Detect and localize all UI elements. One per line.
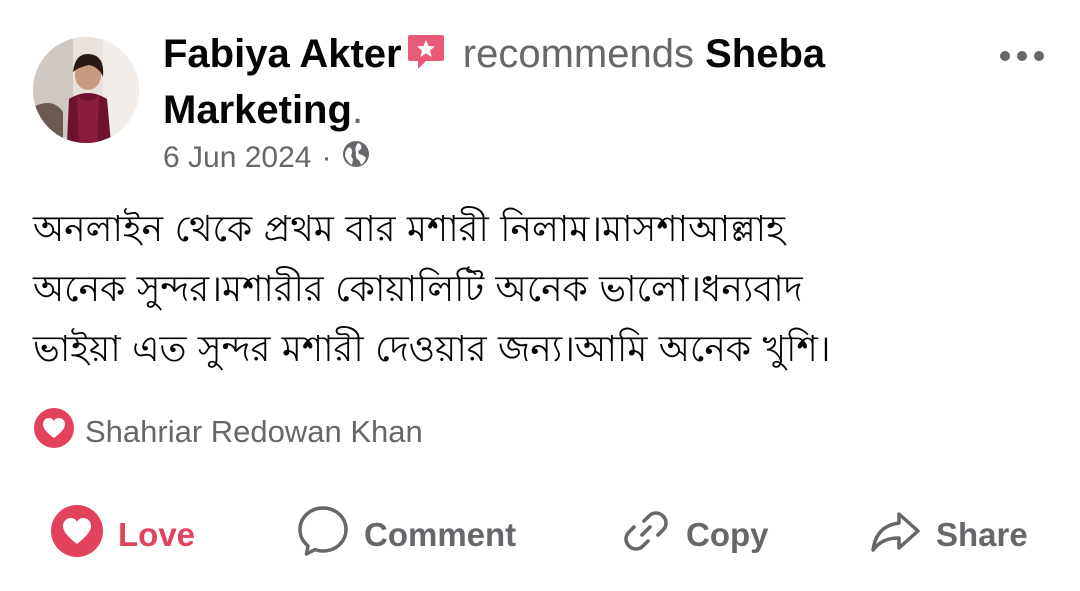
header-period: . [351, 88, 364, 132]
post-header: Fabiya Akter recommends Sheba Marketing. [163, 28, 953, 136]
more-dot [1000, 51, 1010, 61]
reaction-names[interactable]: Shahriar Redowan Khan [85, 414, 423, 450]
heart-icon [33, 407, 75, 457]
post-body: অনলাইন থেকে প্রথম বার মশারী নিলাম।মাসশাআ… [33, 200, 1043, 380]
reactions-summary[interactable]: Shahriar Redowan Khan [33, 407, 423, 457]
link-icon [620, 505, 672, 565]
author-name[interactable]: Fabiya Akter [163, 32, 402, 76]
globe-icon[interactable] [341, 139, 371, 177]
comment-icon [296, 504, 350, 566]
recommends-verb: recommends [462, 32, 694, 76]
love-label: Love [118, 516, 196, 553]
avatar-photo [33, 37, 139, 143]
more-options-icon[interactable] [1000, 44, 1052, 68]
comment-label: Comment [364, 516, 517, 553]
meta-separator: · [321, 141, 332, 174]
love-button[interactable]: Love [50, 500, 195, 570]
more-dot [1017, 51, 1027, 61]
post-text-line: অনলাইন থেকে প্রথম বার মশারী নিলাম।মাসশাআ… [33, 209, 786, 250]
post-date[interactable]: 6 Jun 2024 [163, 141, 311, 175]
comment-button[interactable]: Comment [296, 500, 516, 570]
post-meta: 6 Jun 2024 · [163, 138, 371, 178]
copy-link-button[interactable]: Copy [620, 500, 769, 570]
post-text-line: অনেক সুন্দর।মশারীর কোয়ালিটি অনেক ভালো।ধ… [33, 269, 803, 310]
share-button[interactable]: Share [868, 500, 1028, 570]
more-dot [1034, 51, 1044, 61]
action-bar: Love Comment Copy Share [0, 500, 1080, 570]
share-label: Share [936, 516, 1028, 553]
heart-filled-icon [50, 504, 104, 566]
author-avatar[interactable] [33, 37, 139, 143]
recommendation-badge-icon [406, 32, 446, 84]
post-text-line: ভাইয়া এত সুন্দর মশারী দেওয়ার জন্য।আমি … [33, 329, 831, 370]
share-arrow-icon [868, 504, 922, 566]
copy-label: Copy [686, 516, 769, 553]
